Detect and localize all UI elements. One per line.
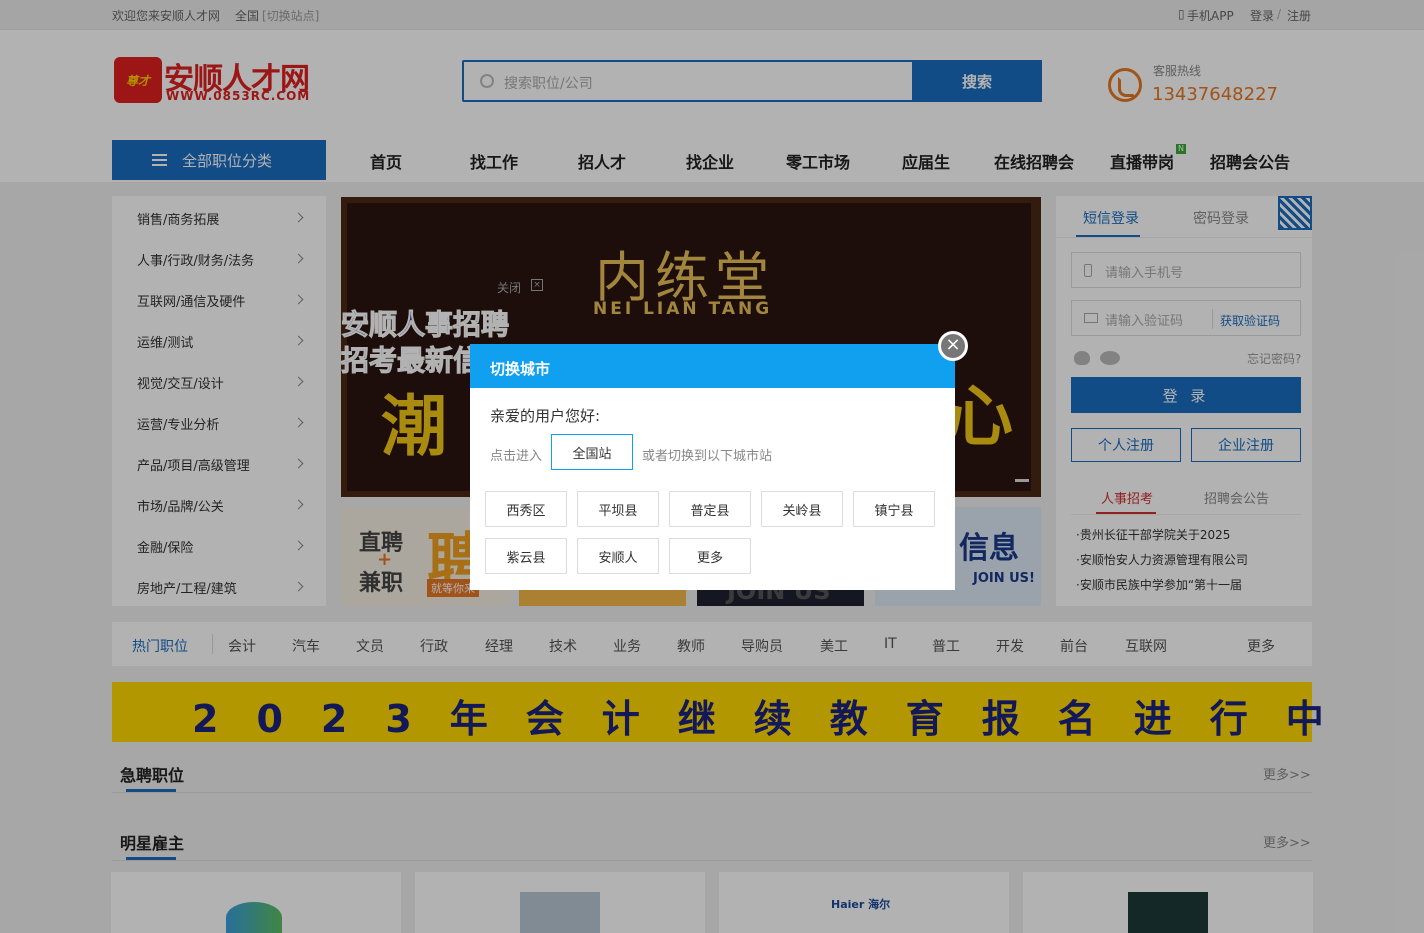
- city-button[interactable]: 安顺人: [577, 538, 659, 574]
- city-button[interactable]: 镇宁县: [853, 491, 935, 527]
- or-switch-label: 或者切换到以下城市站: [642, 449, 773, 464]
- modal-title: 切换城市: [470, 344, 955, 388]
- modal-greeting: 亲爱的用户您好:: [490, 407, 601, 425]
- city-button[interactable]: 平坝县: [577, 491, 659, 527]
- city-button[interactable]: 紫云县: [485, 538, 567, 574]
- switch-city-modal: 切换城市 亲爱的用户您好: 点击进入 全国站 或者切换到以下城市站 西秀区 平坝…: [470, 344, 955, 590]
- city-button[interactable]: 关岭县: [761, 491, 843, 527]
- city-more-button[interactable]: 更多: [669, 538, 751, 574]
- enter-label: 点击进入: [490, 449, 543, 464]
- city-button[interactable]: 普定县: [669, 491, 751, 527]
- city-button[interactable]: 西秀区: [485, 491, 567, 527]
- national-site-button[interactable]: 全国站: [551, 434, 633, 470]
- close-icon[interactable]: ×: [938, 331, 968, 361]
